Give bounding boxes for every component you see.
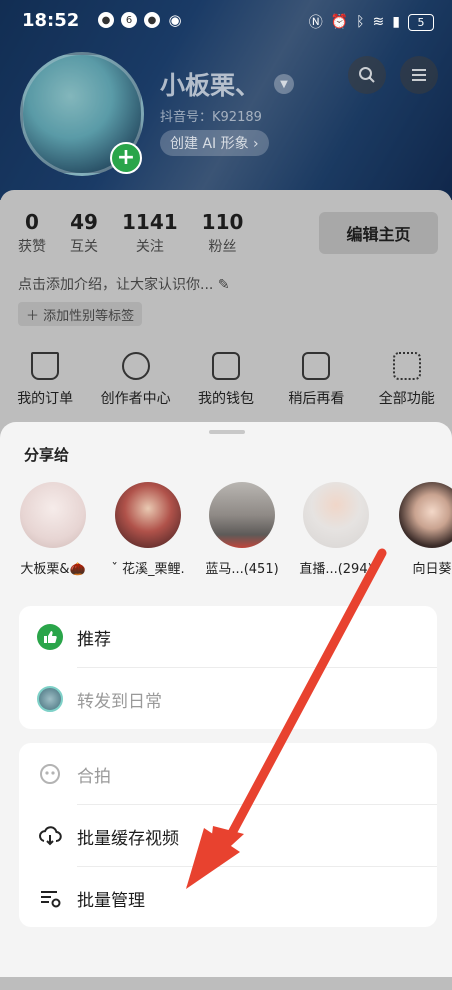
stat-mutual[interactable]: 49 互关	[70, 210, 98, 256]
row-label: 合拍	[77, 767, 111, 787]
stat-following[interactable]: 1141 关注	[122, 210, 178, 256]
bluetooth-icon: ᛒ	[356, 14, 365, 30]
notification-app-icon: ●	[98, 12, 114, 28]
batch-cache-video-row[interactable]: 批量缓存视频	[19, 805, 437, 865]
forward-to-daily-row[interactable]: 转发到日常	[19, 668, 437, 728]
wifi-icon: ≋	[372, 14, 385, 30]
share-contacts: 大板栗&🌰 ˇ 花溪_栗鲤. 蓝马...(451) 直播...(294) 向日葵	[0, 482, 452, 582]
contact-name: 直播...(294)	[299, 562, 373, 577]
edit-profile-button[interactable]: 编辑主页	[319, 212, 438, 254]
download-cloud-icon	[37, 823, 63, 849]
quick-action-wallet[interactable]: 我的钱包	[181, 352, 271, 408]
stat-likes[interactable]: 0 获赞	[18, 210, 46, 256]
add-avatar-button[interactable]: +	[110, 142, 142, 174]
quick-action-watch-later[interactable]: 稍后再看	[271, 352, 361, 408]
alarm-icon: ⏰	[330, 14, 349, 30]
stat-number: 1141	[122, 210, 178, 234]
status-bar: 18:52 ● 6 ● ◉ Ⓝ ⏰ ᛒ ≋ ▮ 5	[0, 0, 452, 44]
contact-name: ˇ 花溪_栗鲤.	[111, 562, 185, 577]
quick-action-label: 我的钱包	[197, 391, 254, 407]
intro-label: 点击添加介绍，让大家认识你...	[18, 277, 214, 293]
contact-name: 大板栗&🌰	[20, 562, 86, 577]
share-contact[interactable]: 大板栗&🌰	[7, 482, 99, 577]
duet-icon	[37, 761, 63, 787]
search-icon[interactable]	[348, 56, 386, 94]
battery-indicator: 5	[408, 13, 434, 31]
share-sheet: 分享给 大板栗&🌰 ˇ 花溪_栗鲤. 蓝马...(451) 直播...(294)…	[0, 422, 452, 977]
notification-app-icon: 6	[121, 12, 137, 28]
menu-icon[interactable]	[400, 56, 438, 94]
sheet-grabber[interactable]	[209, 430, 245, 434]
recommend-row[interactable]: 推荐	[19, 606, 437, 666]
grid-icon	[392, 352, 421, 380]
douyin-id: 抖音号：K92189	[160, 110, 262, 125]
quick-action-all-features[interactable]: 全部功能	[362, 352, 452, 408]
stat-number: 49	[70, 210, 98, 234]
batch-manage-row[interactable]: 批量管理	[19, 867, 437, 927]
quick-action-label: 稍后再看	[288, 391, 345, 407]
quick-action-label: 全部功能	[378, 391, 435, 407]
share-sheet-title: 分享给	[24, 446, 70, 464]
create-ai-avatar-button[interactable]: 创建 AI 形象 ›	[160, 130, 269, 156]
quick-actions: 我的订单 创作者中心 我的钱包 稍后再看 全部功能	[0, 352, 452, 408]
profile-section: + 小板栗、 ▼ 抖音号：K92189 创建 AI 形象 ›	[0, 44, 452, 204]
contact-name: 向日葵	[412, 562, 452, 577]
stats-row: 0 获赞 49 互关 1141 关注 110 粉丝	[18, 210, 243, 256]
wallet-icon	[211, 352, 240, 380]
stat-label: 获赞	[18, 239, 46, 255]
add-gender-tag-button[interactable]: ＋ 添加性别等标签	[18, 302, 143, 326]
chevron-down-icon[interactable]: ▼	[274, 74, 294, 94]
share-options-group-1: 推荐 转发到日常	[19, 606, 437, 729]
stat-label: 互关	[70, 239, 98, 255]
cart-icon	[31, 352, 60, 380]
share-contact[interactable]: 蓝马...(451)	[196, 482, 288, 577]
username: 小板栗、	[160, 71, 261, 100]
watch-later-icon	[302, 352, 331, 380]
thumbs-up-icon	[37, 624, 63, 650]
stat-label: 粉丝	[208, 239, 237, 255]
row-label: 批量缓存视频	[77, 829, 179, 849]
nfc-icon: Ⓝ	[308, 15, 323, 31]
status-time: 18:52	[22, 10, 80, 31]
quick-action-label: 创作者中心	[100, 391, 171, 407]
row-label: 转发到日常	[77, 692, 162, 712]
stat-fans[interactable]: 110 粉丝	[202, 210, 244, 256]
lightbulb-icon	[121, 352, 150, 380]
notification-app-icon: ●	[144, 12, 160, 28]
contact-name: 蓝马...(451)	[205, 562, 279, 577]
stat-label: 关注	[135, 239, 164, 255]
stat-number: 110	[201, 210, 244, 234]
contact-avatar	[20, 482, 86, 548]
eye-icon: ◉	[168, 11, 182, 29]
quick-action-creator-center[interactable]: 创作者中心	[91, 352, 181, 408]
intro-text[interactable]: 点击添加介绍，让大家认识你... ✎	[18, 274, 230, 294]
contact-avatar	[209, 482, 275, 548]
row-label: 推荐	[77, 630, 111, 650]
quick-action-orders[interactable]: 我的订单	[0, 352, 90, 408]
row-label: 批量管理	[77, 891, 145, 911]
signal-icon: ▮	[392, 14, 400, 30]
share-contact[interactable]: 向日葵	[386, 482, 452, 577]
share-options-group-2: 合拍 批量缓存视频 批量管理	[19, 743, 437, 927]
share-contact[interactable]: 直播...(294)	[290, 482, 382, 577]
contact-avatar	[303, 482, 369, 548]
pencil-icon: ✎	[217, 277, 230, 293]
quick-action-label: 我的订单	[17, 391, 74, 407]
batch-manage-icon	[37, 885, 63, 911]
duet-row[interactable]: 合拍	[19, 743, 437, 803]
contact-avatar	[399, 482, 452, 548]
share-contact[interactable]: ˇ 花溪_栗鲤.	[102, 482, 194, 577]
stat-number: 0	[25, 210, 39, 234]
daily-avatar-icon	[37, 686, 63, 712]
contact-avatar	[115, 482, 181, 548]
